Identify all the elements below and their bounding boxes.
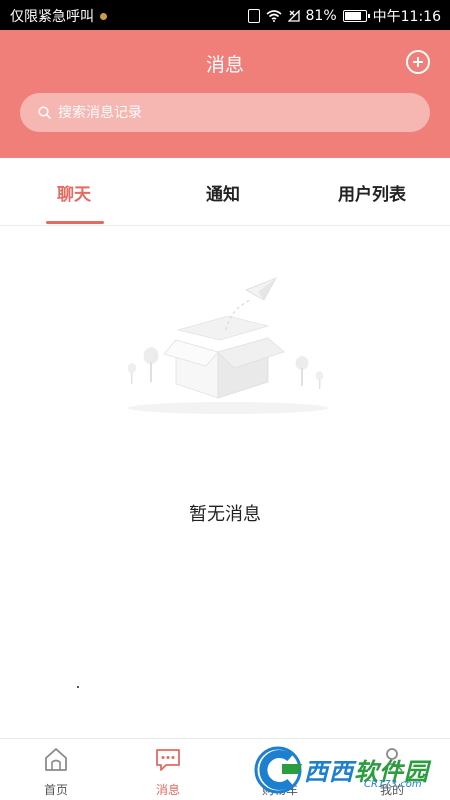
search-icon — [38, 106, 51, 119]
box-icon — [163, 315, 285, 399]
search-bar[interactable] — [20, 93, 430, 132]
nav-item-home[interactable]: 首页 — [16, 739, 96, 800]
paper-plane-icon — [245, 277, 277, 301]
empty-state-message: 暂无消息 — [189, 504, 261, 525]
empty-box-illustration — [127, 277, 328, 414]
header: 消息 — [0, 30, 450, 158]
tab-chat[interactable]: 聊天 — [57, 180, 91, 205]
status-left: 仅限紧急呼叫 — [10, 6, 107, 26]
watermark-logo: 西西软件园 CR173.com — [252, 742, 440, 800]
chat-icon — [156, 749, 180, 771]
page-title: 消息 — [205, 54, 244, 76]
battery-fill — [344, 12, 361, 20]
tab-bar: 聊天 通知 用户列表 — [0, 158, 450, 226]
clock-text: 中午11:16 — [372, 9, 441, 25]
vibrate-icon — [247, 9, 260, 23]
battery-text: 81% — [305, 8, 337, 24]
nav-label-messages: 消息 — [155, 783, 180, 797]
nav-item-messages[interactable]: 消息 — [128, 739, 208, 800]
tab-notifications[interactable]: 通知 — [206, 180, 240, 205]
status-bar: 仅限紧急呼叫 81% 中午11:16 — [0, 0, 450, 30]
watermark-c-icon — [254, 746, 302, 794]
status-right: 81% 中午11:16 — [247, 6, 441, 26]
watermark-sub: CR173.com — [364, 779, 422, 790]
search-input[interactable] — [58, 104, 398, 121]
battery-icon — [342, 10, 370, 22]
stray-pixel — [77, 686, 79, 688]
home-icon — [45, 748, 67, 771]
carrier-text: 仅限紧急呼叫 — [10, 9, 94, 25]
plus-circle-icon[interactable] — [406, 50, 430, 74]
no-signal-icon — [287, 10, 300, 22]
wifi-icon — [265, 10, 282, 22]
tree-left-icon — [127, 347, 159, 384]
tree-right-icon — [295, 356, 324, 389]
tab-user-list[interactable]: 用户列表 — [338, 180, 406, 205]
active-tab-indicator — [46, 221, 104, 224]
notification-dot-icon — [100, 12, 107, 20]
nav-label-home: 首页 — [43, 783, 68, 797]
watermark-text-1: 西西 — [304, 758, 354, 786]
